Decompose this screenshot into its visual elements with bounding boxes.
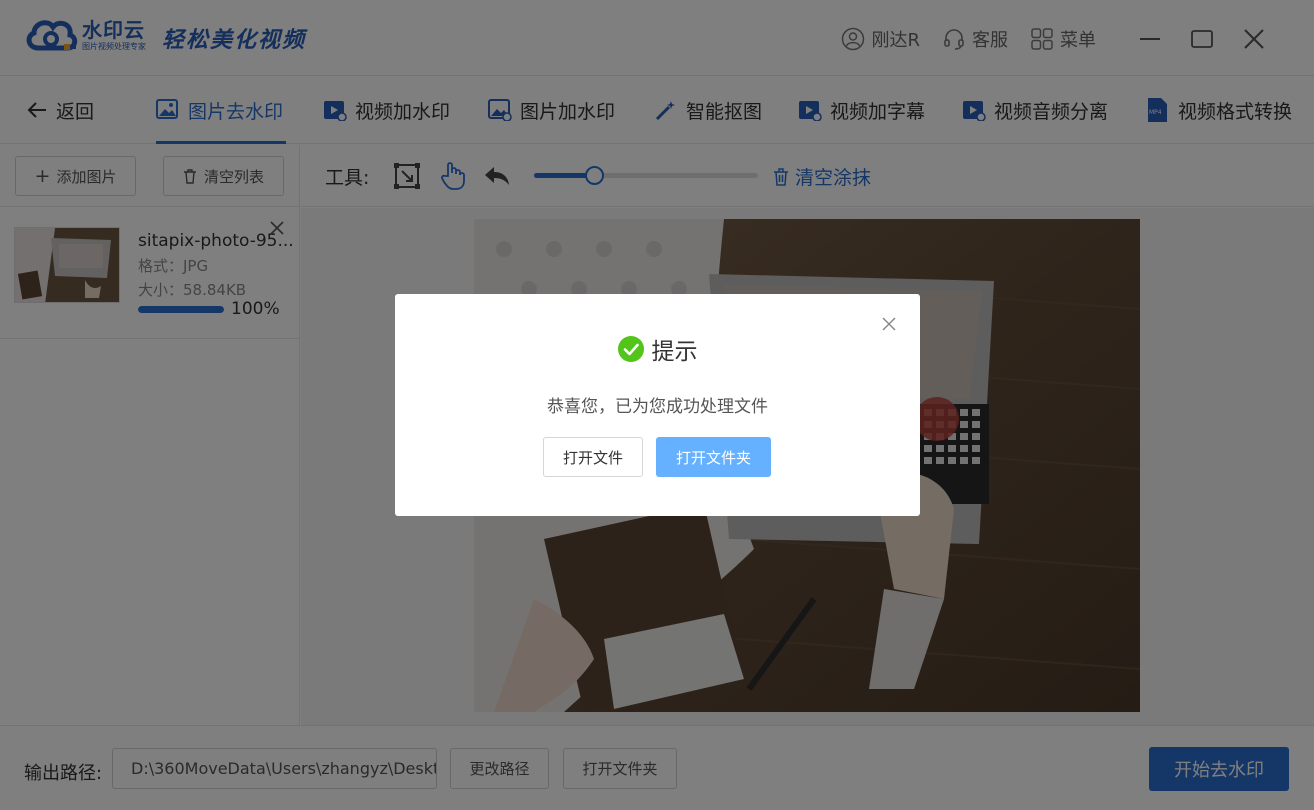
dialog-title: 提示	[395, 332, 920, 366]
open-folder-button[interactable]: 打开文件夹	[656, 437, 771, 477]
success-check-icon	[617, 336, 644, 362]
open-file-button[interactable]: 打开文件	[543, 437, 643, 477]
success-dialog: 提示 恭喜您，已为您成功处理文件 打开文件 打开文件夹	[395, 294, 920, 516]
dialog-message: 恭喜您，已为您成功处理文件	[547, 397, 768, 417]
close-icon	[882, 317, 896, 331]
dialog-close-button[interactable]	[882, 316, 896, 331]
